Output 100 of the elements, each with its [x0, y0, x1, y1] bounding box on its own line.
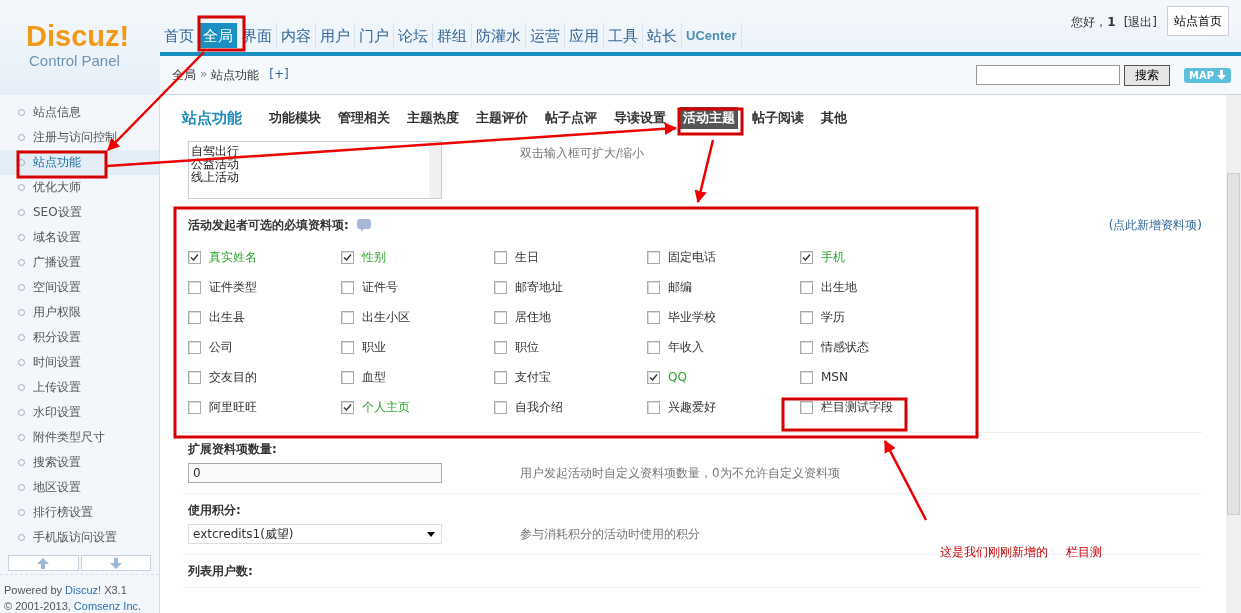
scrollbar[interactable] — [1226, 95, 1241, 613]
checkbox[interactable] — [494, 370, 507, 384]
nav-tab[interactable]: 站长 — [643, 23, 682, 48]
checkbox[interactable] — [647, 370, 660, 384]
checkbox[interactable] — [494, 250, 507, 264]
nav-tab[interactable]: 应用 — [565, 23, 604, 48]
sidebar-item[interactable]: SEO设置 — [0, 200, 159, 225]
checkbox[interactable] — [800, 310, 813, 324]
checkbox[interactable] — [647, 400, 660, 414]
section-tab[interactable]: 帖子点评 — [542, 107, 600, 129]
search-field[interactable] — [975, 65, 1120, 85]
help-bubble-icon[interactable] — [356, 218, 371, 232]
checkbox[interactable] — [800, 250, 813, 264]
section-tab[interactable]: 主题热度 — [404, 107, 462, 129]
checkbox[interactable] — [800, 280, 813, 294]
checkbox-label: 证件类型 — [209, 278, 257, 296]
section-tab[interactable]: 管理相关 — [335, 107, 393, 129]
sidebar-item[interactable]: 广播设置 — [0, 250, 159, 275]
nav-tab[interactable]: 内容 — [277, 23, 316, 48]
caret-icon — [427, 531, 435, 537]
product-link[interactable]: Discuz! — [65, 582, 102, 598]
breadcrumb-separator: » — [200, 66, 208, 83]
checkbox[interactable] — [188, 280, 201, 294]
nav-tab[interactable]: 全局 — [199, 23, 238, 48]
checkbox[interactable] — [647, 310, 660, 324]
scroll-up-button[interactable] — [8, 555, 79, 571]
up-arrow-icon — [37, 557, 50, 569]
checkbox-label: 手机 — [821, 248, 845, 266]
checkbox[interactable] — [494, 280, 507, 294]
sidebar-item[interactable]: 附件类型尺寸 — [0, 425, 159, 450]
nav-tab[interactable]: 门户 — [355, 23, 394, 48]
sidebar-item[interactable]: 积分设置 — [0, 325, 159, 350]
add-shortcut-link[interactable]: [+] — [269, 66, 289, 84]
checkbox-label: 邮寄地址 — [515, 278, 563, 296]
checkbox[interactable] — [341, 400, 354, 414]
setting-label: 扩展资料项数量: — [188, 441, 278, 458]
checkbox[interactable] — [494, 310, 507, 324]
checkbox[interactable] — [800, 340, 813, 354]
credits-select[interactable]: extcredits1(威望) — [188, 524, 442, 544]
section-tab[interactable]: 功能模块 — [266, 107, 324, 129]
checkbox[interactable] — [494, 340, 507, 354]
sidebar-item[interactable]: 水印设置 — [0, 400, 159, 425]
checkbox[interactable] — [647, 340, 660, 354]
checkbox-label: 年收入 — [668, 338, 704, 356]
sidebar-item[interactable]: 上传设置 — [0, 375, 159, 400]
checkbox[interactable] — [341, 280, 354, 294]
checkbox-label: 自我介绍 — [515, 398, 563, 416]
checkbox[interactable] — [188, 400, 201, 414]
logout-link[interactable]: [退出] — [1123, 14, 1157, 31]
sidebar-item[interactable]: 手机版访问设置 — [0, 525, 159, 550]
sidebar-item[interactable]: 地区设置 — [0, 475, 159, 500]
checkbox-label: 公司 — [209, 338, 233, 356]
sidebar-item[interactable]: 排行榜设置 — [0, 500, 159, 525]
checkbox-label: 职业 — [362, 338, 386, 356]
nav-tab[interactable]: 首页 — [160, 23, 199, 48]
sidebar-item[interactable]: 站点功能 — [0, 150, 159, 175]
checkbox[interactable] — [647, 250, 660, 264]
checkbox[interactable] — [341, 250, 354, 264]
nav-tab[interactable]: 运营 — [526, 23, 565, 48]
sidebar-item[interactable]: 时间设置 — [0, 350, 159, 375]
scroll-down-button[interactable] — [80, 555, 151, 571]
checkbox-label: 兴趣爱好 — [668, 398, 716, 416]
site-home-button[interactable]: 站点首页 — [1167, 6, 1229, 36]
checkbox-label: 生日 — [515, 248, 539, 266]
nav-tab[interactable]: 用户 — [316, 23, 355, 48]
checkbox-label: 交友目的 — [209, 368, 257, 386]
nav-tab[interactable]: 群组 — [433, 23, 472, 48]
sidebar-item[interactable]: 域名设置 — [0, 225, 159, 250]
nav-tab[interactable]: 防灌水 — [472, 23, 526, 48]
version-text: X3.1 — [104, 583, 127, 598]
checkbox[interactable] — [188, 340, 201, 354]
sidebar-item[interactable]: 用户权限 — [0, 300, 159, 325]
checkbox-label: 证件号 — [362, 278, 398, 296]
sidebar-item[interactable]: 搜索设置 — [0, 450, 159, 475]
checkbox[interactable] — [647, 280, 660, 294]
checkbox[interactable] — [341, 370, 354, 384]
checkbox-label: QQ — [668, 370, 687, 384]
checkbox[interactable] — [341, 310, 354, 324]
section-tab[interactable]: 主题评价 — [473, 107, 531, 129]
section-tab[interactable]: 导读设置 — [611, 107, 669, 129]
checkbox[interactable] — [494, 400, 507, 414]
sidebar-item[interactable]: 空间设置 — [0, 275, 159, 300]
checkbox[interactable] — [800, 370, 813, 384]
sidebar-item[interactable]: 站点信息 — [0, 100, 159, 125]
checkbox[interactable] — [341, 340, 354, 354]
nav-tab[interactable]: 论坛 — [394, 23, 433, 48]
add-field-link[interactable]: (点此新增资料项) — [1108, 216, 1202, 234]
section-tab[interactable]: 其他 — [818, 107, 850, 129]
copyright-text: © 2001-2013, — [4, 599, 71, 613]
down-arrow-icon — [109, 557, 122, 569]
company-link[interactable]: Comsenz Inc. — [73, 598, 142, 613]
sidebar-item[interactable]: 优化大师 — [0, 175, 159, 200]
checkbox[interactable] — [188, 250, 201, 264]
number-input-field[interactable]: 0 — [188, 463, 442, 483]
powered-by-text: Powered by — [4, 583, 63, 598]
nav-tab[interactable]: 工具 — [604, 23, 643, 48]
checkbox[interactable] — [188, 370, 201, 384]
section-tab[interactable]: 帖子阅读 — [749, 107, 807, 129]
search-button[interactable]: 搜索 — [1123, 64, 1170, 86]
checkbox[interactable] — [188, 310, 201, 324]
